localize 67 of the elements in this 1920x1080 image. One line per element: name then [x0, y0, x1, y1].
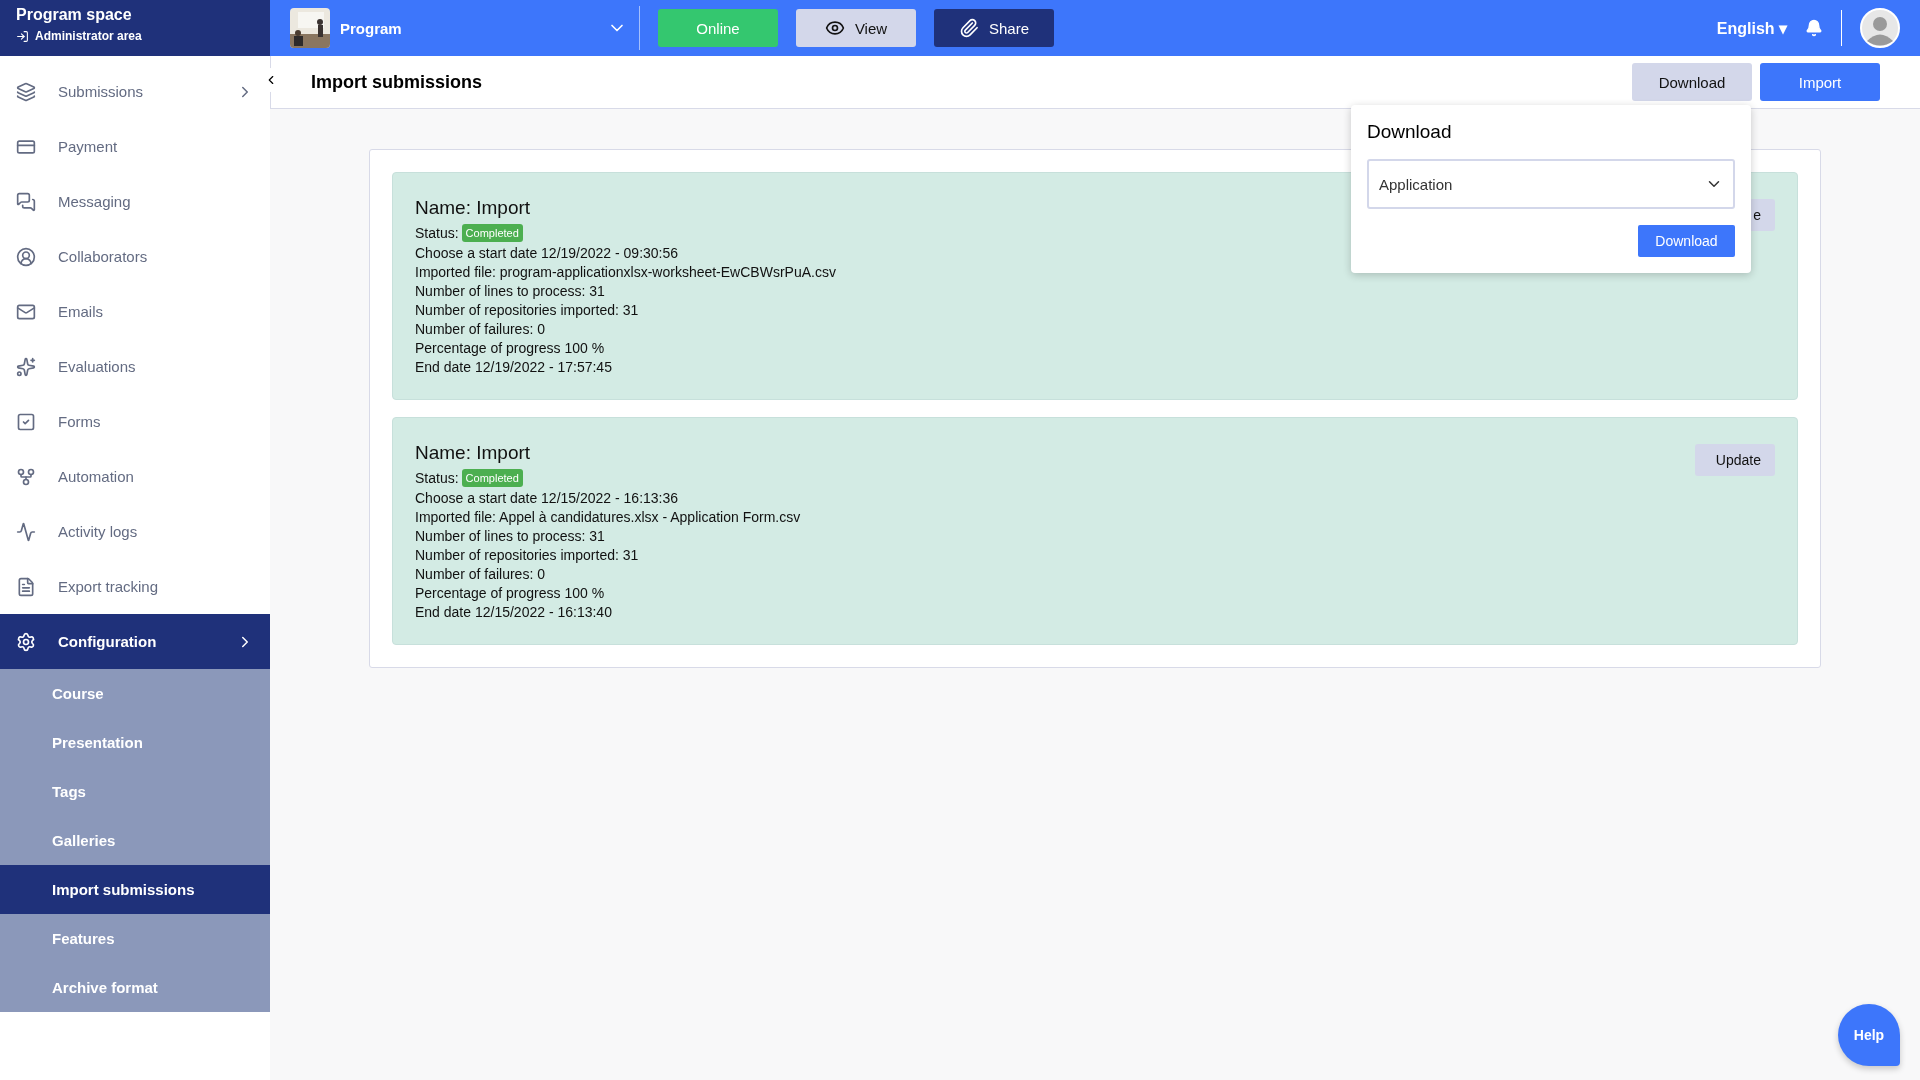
sidebar-item[interactable]: Submissions: [0, 64, 270, 119]
admin-link[interactable]: Administrator area: [35, 29, 142, 43]
import-detail: End date 12/19/2022 - 17:57:45: [415, 359, 613, 375]
chat-icon: [16, 191, 36, 212]
import-name: Name: Import: [415, 197, 532, 219]
import-detail: Imported file: Appel à candidatures.xlsx - Application Form.csv: [415, 509, 801, 525]
sidebar-item[interactable]: Forms: [0, 394, 270, 449]
pulse-icon: [16, 521, 36, 542]
import-detail: End date 12/15/2022 - 16:13:40: [415, 604, 613, 620]
type-select[interactable]: Application: [1367, 159, 1735, 209]
import-detail: Choose a start date 12/15/2022 - 16:13:36: [415, 490, 680, 506]
import-detail: Percentage of progress 100 %: [415, 340, 606, 356]
import-detail: Number of lines to process: 31: [415, 528, 606, 544]
view-button[interactable]: View: [796, 9, 916, 47]
popover-title: Download: [1367, 121, 1453, 143]
sidebar-item[interactable]: Export tracking: [0, 559, 270, 614]
status-label: Status:: [415, 225, 459, 241]
sidebar-item[interactable]: Activity logs: [0, 504, 270, 559]
brand-title: Program space: [16, 6, 133, 24]
help-button[interactable]: Help: [1838, 1004, 1900, 1066]
language-selector[interactable]: English ▾: [1716, 18, 1787, 38]
status-label: Status:: [415, 470, 459, 486]
import-button[interactable]: Import: [1760, 63, 1880, 101]
import-detail: Imported file: program-applicationxlsx-worksheet-EwCBWsrPuA.csv: [415, 264, 836, 280]
sidebar-item[interactable]: Collaborators: [0, 229, 270, 284]
sidebar-item[interactable]: Automation: [0, 449, 270, 504]
settings-icon: [16, 631, 36, 652]
import-detail: Number of lines to process: 31: [415, 283, 606, 299]
paperclip-icon: [959, 18, 979, 38]
import-detail: Percentage of progress 100 %: [415, 585, 606, 601]
import-name: Name: Import: [415, 442, 532, 464]
avatar[interactable]: [1860, 8, 1900, 48]
program-name: Program: [340, 19, 403, 37]
bell-icon[interactable]: [1805, 19, 1823, 37]
update-button[interactable]: e: [1749, 199, 1775, 231]
sidebar-item[interactable]: Configuration: [0, 614, 270, 669]
download-button[interactable]: Download: [1638, 225, 1735, 257]
submenu-item[interactable]: Tags: [0, 767, 270, 816]
submenu-item[interactable]: Import submissions: [0, 865, 270, 914]
submenu-item[interactable]: Course: [0, 669, 270, 718]
submenu-item[interactable]: Archive format: [0, 963, 270, 1012]
stars-icon: [16, 356, 36, 377]
sidebar-item[interactable]: Payment: [0, 119, 270, 174]
user-icon: [16, 246, 36, 267]
eye-icon: [824, 18, 845, 38]
import-detail: Number of repositories imported: 31: [415, 302, 640, 318]
status-badge: Completed: [461, 469, 523, 487]
submenu-item[interactable]: Features: [0, 914, 270, 963]
exit-icon: [16, 29, 29, 43]
layers-icon: [16, 81, 36, 102]
sidebar-item[interactable]: Evaluations: [0, 339, 270, 394]
sidebar-item[interactable]: Messaging: [0, 174, 270, 229]
download-button[interactable]: Download: [1632, 63, 1752, 101]
document-icon: [16, 576, 36, 597]
share-button[interactable]: Share: [934, 9, 1054, 47]
import-detail: Choose a start date 12/19/2022 - 09:30:56: [415, 245, 680, 261]
import-detail: Number of failures: 0: [415, 321, 546, 337]
update-button[interactable]: Update: [1695, 444, 1775, 476]
status-badge: Completed: [461, 224, 523, 242]
sidebar-item[interactable]: Emails: [0, 284, 270, 339]
page-title: Import submissions: [311, 71, 484, 93]
checkbox-icon: [16, 411, 36, 432]
branch-icon: [16, 466, 36, 487]
import-detail: Number of repositories imported: 31: [415, 547, 640, 563]
submenu-item[interactable]: Galleries: [0, 816, 270, 865]
submenu-item[interactable]: Presentation: [0, 718, 270, 767]
import-detail: Number of failures: 0: [415, 566, 546, 582]
